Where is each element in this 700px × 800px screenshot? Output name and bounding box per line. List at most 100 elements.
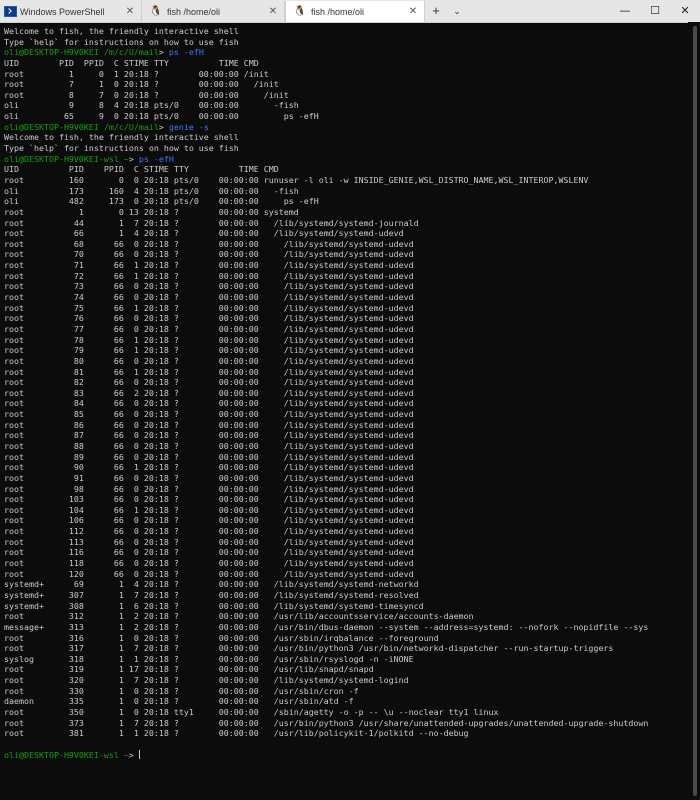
output-line: root 90 66 1 20:18 ? 00:00:00 /lib/syste… <box>4 462 414 473</box>
output-line: root 71 66 1 20:18 ? 00:00:00 /lib/syste… <box>4 260 414 271</box>
output-line: oli 173 160 4 20:18 pts/0 00:00:00 -fish <box>4 185 299 196</box>
output-line: root 160 0 0 20:18 pts/0 00:00:00 runuse… <box>4 174 589 185</box>
output-line: root 8 7 0 20:18 ? 00:00:00 /init <box>4 89 289 100</box>
output-line: root 44 1 7 20:18 ? 00:00:00 /lib/system… <box>4 217 419 228</box>
output-line: root 66 1 4 20:18 ? 00:00:00 /lib/system… <box>4 228 404 239</box>
prompt-path: ~ <box>118 749 129 760</box>
text-cursor <box>138 749 140 759</box>
command-text: ps -efH <box>138 153 174 164</box>
prompt-user: oli@DESKTOP-H9V0KEI-wsl <box>4 153 119 164</box>
output-line: root 89 66 0 20:18 ? 00:00:00 /lib/syste… <box>4 451 414 462</box>
prompt-symbol: > <box>128 153 139 164</box>
tab-fish-home-oli-2[interactable]: 🐧 fish /home/oli ✕ <box>285 1 425 22</box>
output-line: root 7 1 0 20:18 ? 00:00:00 /init <box>4 79 279 90</box>
output-line: root 350 1 0 20:18 tty1 00:00:00 /sbin/a… <box>4 707 499 717</box>
close-icon[interactable]: ✕ <box>406 6 420 17</box>
output-line: root 85 66 0 20:18 ? 00:00:00 /lib/syste… <box>4 409 414 420</box>
tab-label: fish /home/oli <box>167 6 221 17</box>
tab-bar: Windows PowerShell ✕ 🐧 fish /home/oli ✕ … <box>0 0 700 23</box>
prompt-path: /m/c/U/mail <box>98 121 159 132</box>
output-line: root 91 66 0 20:18 ? 00:00:00 /lib/syste… <box>4 472 414 483</box>
output-line: root 70 66 0 20:18 ? 00:00:00 /lib/syste… <box>4 249 414 260</box>
prompt-line: oli@DESKTOP-H9V0KEI-wsl ~> ps -efH <box>4 154 686 165</box>
output-line: root 118 66 0 20:18 ? 00:00:00 /lib/syst… <box>4 558 414 569</box>
output-line: root 116 66 0 20:18 ? 00:00:00 /lib/syst… <box>4 547 414 558</box>
output-line: root 74 66 0 20:18 ? 00:00:00 /lib/syste… <box>4 292 414 303</box>
prompt-user: oli@DESKTOP-H9V0KEI-wsl <box>4 749 119 760</box>
output-line: root 330 1 0 20:18 ? 00:00:00 /usr/sbin/… <box>4 685 359 696</box>
output-line: systemd+ 307 1 7 20:18 ? 00:00:00 /lib/s… <box>4 589 419 600</box>
maximize-button[interactable]: ☐ <box>640 0 670 22</box>
terminal-output[interactable]: Welcome to fish, the friendly interactiv… <box>4 26 686 796</box>
output-line: daemon 335 1 0 20:18 ? 00:00:00 /usr/sbi… <box>4 696 354 707</box>
close-icon[interactable]: ✕ <box>266 6 280 17</box>
linux-penguin-icon: 🐧 <box>149 6 163 17</box>
prompt-line: oli@DESKTOP-H9V0KEI /m/c/U/mail> genie -… <box>4 122 686 133</box>
output-line: root 78 66 1 20:18 ? 00:00:00 /lib/syste… <box>4 334 414 345</box>
prompt-path: ~ <box>118 153 129 164</box>
output-line: root 77 66 0 20:18 ? 00:00:00 /lib/syste… <box>4 323 414 334</box>
output-line: Welcome to fish, the friendly interactiv… <box>4 26 239 36</box>
output-line: root 76 66 0 20:18 ? 00:00:00 /lib/syste… <box>4 313 414 324</box>
output-line: oli 482 173 0 20:18 pts/0 00:00:00 ps -e… <box>4 196 319 207</box>
output-line: root 68 66 0 20:18 ? 00:00:00 /lib/syste… <box>4 238 414 249</box>
output-line: message+ 313 1 2 20:18 ? 00:00:00 /usr/b… <box>4 621 649 632</box>
command-text: genie -s <box>168 121 209 132</box>
output-line: root 98 66 0 20:18 ? 00:00:00 /lib/syste… <box>4 483 414 494</box>
output-line: root 73 66 0 20:18 ? 00:00:00 /lib/syste… <box>4 281 414 292</box>
output-line: Type `help` for instructions on how to u… <box>4 36 239 47</box>
output-line: root 88 66 0 20:18 ? 00:00:00 /lib/syste… <box>4 440 414 451</box>
output-line: root 381 1 1 20:18 ? 00:00:00 /usr/lib/p… <box>4 728 469 739</box>
output-line: oli 65 9 0 20:18 pts/0 00:00:00 ps -efH <box>4 111 319 122</box>
output-line: root 104 66 1 20:18 ? 00:00:00 /lib/syst… <box>4 504 414 515</box>
output-line: systemd+ 69 1 4 20:18 ? 00:00:00 /lib/sy… <box>4 579 419 590</box>
output-line: root 72 66 1 20:18 ? 00:00:00 /lib/syste… <box>4 270 414 281</box>
output-line: root 84 66 0 20:18 ? 00:00:00 /lib/syste… <box>4 398 414 409</box>
output-line: root 120 66 0 20:18 ? 00:00:00 /lib/syst… <box>4 568 414 579</box>
prompt-path: /m/c/U/mail <box>98 47 159 58</box>
tab-windows-powershell[interactable]: Windows PowerShell ✕ <box>0 1 142 22</box>
output-line: Type `help` for instructions on how to u… <box>4 143 239 154</box>
output-line: root 312 1 2 20:18 ? 00:00:00 /usr/lib/a… <box>4 611 474 622</box>
scrollbar-thumb[interactable] <box>693 26 697 796</box>
prompt-symbol: > <box>158 121 169 132</box>
output-line: root 80 66 0 20:18 ? 00:00:00 /lib/syste… <box>4 355 414 366</box>
output-line: root 319 1 17 20:18 ? 00:00:00 /usr/lib/… <box>4 664 374 675</box>
output-line: root 106 66 0 20:18 ? 00:00:00 /lib/syst… <box>4 515 414 526</box>
terminal-window: Windows PowerShell ✕ 🐧 fish /home/oli ✕ … <box>0 0 700 800</box>
output-line: UID PID PPID C STIME TTY TIME CMD <box>4 164 279 175</box>
output-line: root 1 0 13 20:18 ? 00:00:00 systemd <box>4 206 299 217</box>
output-line: root 83 66 2 20:18 ? 00:00:00 /lib/syste… <box>4 387 414 398</box>
linux-penguin-icon: 🐧 <box>293 6 307 17</box>
close-icon[interactable]: ✕ <box>123 6 137 17</box>
scrollbar[interactable] <box>688 22 700 800</box>
output-line: syslog 318 1 1 20:18 ? 00:00:00 /usr/sbi… <box>4 653 414 664</box>
close-window-button[interactable]: ✕ <box>670 0 700 22</box>
tab-fish-home-oli-1[interactable]: 🐧 fish /home/oli ✕ <box>142 1 285 22</box>
powershell-icon <box>4 6 17 17</box>
output-line: root 112 66 0 20:18 ? 00:00:00 /lib/syst… <box>4 526 414 537</box>
prompt-user: oli@DESKTOP-H9V0KEI <box>4 121 99 132</box>
prompt-line: oli@DESKTOP-H9V0KEI-wsl ~> <box>4 749 686 761</box>
prompt-symbol: > <box>128 749 139 760</box>
output-line: root 113 66 0 20:18 ? 00:00:00 /lib/syst… <box>4 536 414 547</box>
output-line: systemd+ 308 1 6 20:18 ? 00:00:00 /lib/s… <box>4 600 424 611</box>
prompt-user: oli@DESKTOP-H9V0KEI <box>4 47 99 58</box>
command-text: ps -efH <box>168 47 204 58</box>
output-line: root 75 66 1 20:18 ? 00:00:00 /lib/syste… <box>4 302 414 313</box>
new-tab-button[interactable]: + <box>428 2 444 20</box>
output-line: root 103 66 0 20:18 ? 00:00:00 /lib/syst… <box>4 494 414 505</box>
output-line: root 1 0 1 20:18 ? 00:00:00 /init <box>4 68 269 79</box>
output-line: root 87 66 0 20:18 ? 00:00:00 /lib/syste… <box>4 430 414 441</box>
output-line: root 320 1 7 20:18 ? 00:00:00 /lib/syste… <box>4 675 409 686</box>
tab-label: Windows PowerShell <box>20 6 105 17</box>
output-line: root 86 66 0 20:18 ? 00:00:00 /lib/syste… <box>4 419 414 430</box>
output-line: oli 9 8 4 20:18 pts/0 00:00:00 -fish <box>4 100 299 111</box>
output-line: root 316 1 0 20:18 ? 00:00:00 /usr/sbin/… <box>4 632 439 643</box>
chevron-down-icon[interactable]: ⌄ <box>450 2 464 20</box>
output-line: Welcome to fish, the friendly interactiv… <box>4 132 239 143</box>
minimize-button[interactable]: — <box>610 0 640 22</box>
prompt-symbol: > <box>158 47 169 58</box>
output-line: root 317 1 7 20:18 ? 00:00:00 /usr/bin/p… <box>4 643 614 654</box>
